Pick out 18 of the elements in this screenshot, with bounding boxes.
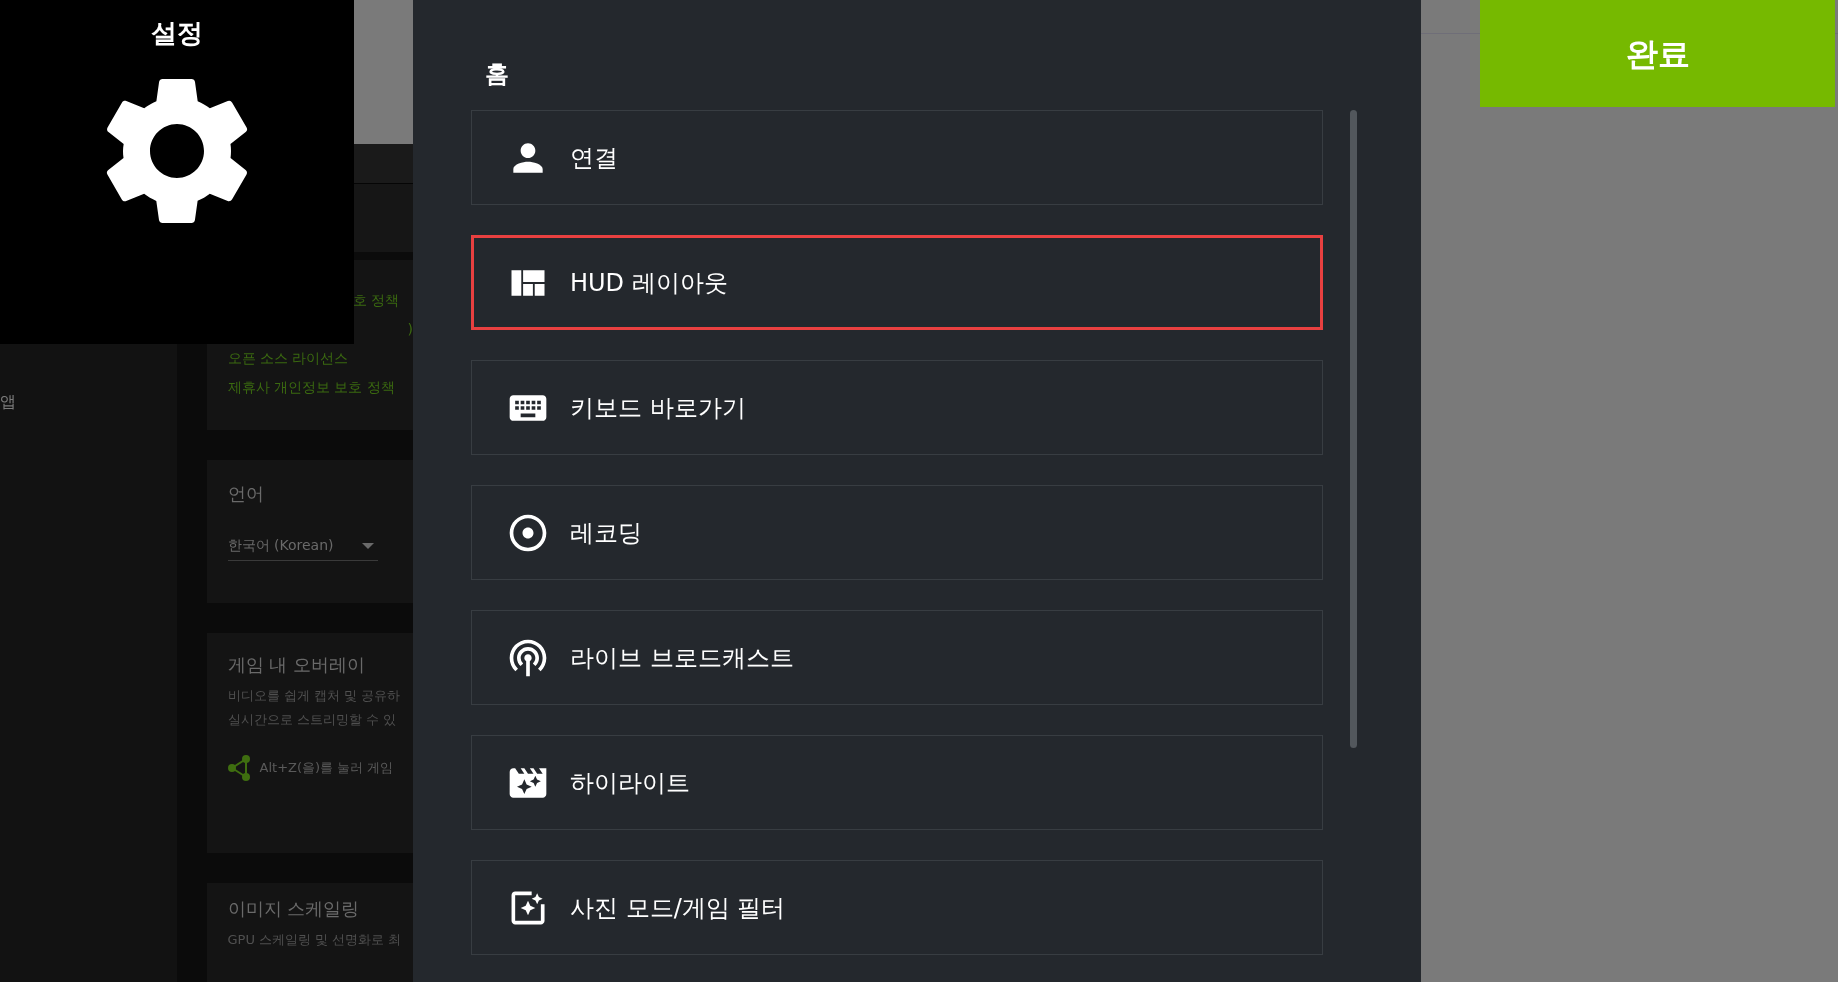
menu-item[interactable]: 사진 모드/게임 필터 [471,860,1323,955]
share-icon [227,755,250,781]
caret-icon [361,542,374,549]
overlay-description: 비디오를 쉽게 캡처 및 공유하 [227,687,402,705]
scaling-title: 이미지 스케일링 [227,897,361,921]
settings-title: 설정 [151,17,203,50]
language-title: 언어 [227,482,265,506]
panel-title: 홈 [485,59,510,90]
menu-item[interactable]: 라이브 브로드캐스트 [471,610,1323,705]
menu-item[interactable]: HUD 레이아웃 [471,235,1323,330]
menu-item[interactable]: 하이라이트 [471,735,1323,830]
menu-item[interactable]: 연결 [471,110,1323,205]
menu-item[interactable]: 레코딩 [471,485,1323,580]
overlay-hint: Alt+Z(을)를 눌러 게임 [259,759,394,778]
overlay-title: 게임 내 오버레이 [227,653,366,677]
side-label: 앱 [0,392,16,411]
overlay-description: 실시간으로 스트리밍할 수 있 [227,710,397,729]
menu-item[interactable]: 키보드 바로가기 [471,360,1323,455]
